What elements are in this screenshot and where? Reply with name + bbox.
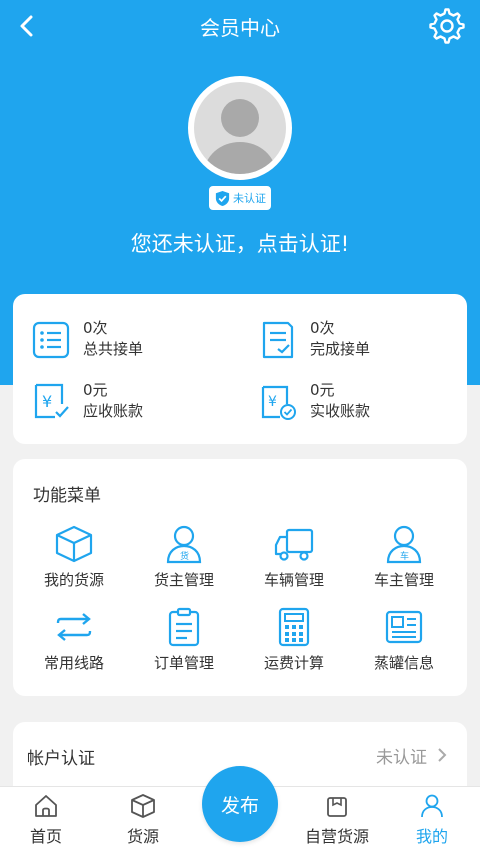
tab-label: 货源 <box>126 827 159 846</box>
tab-home[interactable]: 首页 <box>6 793 86 847</box>
menu-label: 车辆管理 <box>263 571 324 589</box>
verification-badge[interactable]: 未认证 <box>209 186 271 210</box>
list-icon <box>32 321 70 359</box>
chevron-right-icon <box>438 748 447 762</box>
tab-label: 我的 <box>415 827 448 846</box>
menu-item-freight-calc[interactable]: 运费计算 <box>239 606 349 673</box>
stats-card: 0次 总共接单 0次 完成接单 ¥ 0元 应收账款 ¥ 0元 实收账款 <box>13 294 467 444</box>
tab-label: 首页 <box>29 827 62 846</box>
stat-receivable[interactable]: ¥ 0元 应收账款 <box>31 380 143 422</box>
svg-text:¥: ¥ <box>268 394 277 410</box>
badge-label: 未认证 <box>233 192 266 205</box>
shipper-icon: 货 <box>166 525 202 564</box>
stat-received[interactable]: ¥ 0元 实收账款 <box>258 380 370 422</box>
checklist-icon <box>262 321 294 359</box>
stat-completed-orders[interactable]: 0次 完成接单 <box>258 318 370 360</box>
avatar[interactable] <box>188 76 292 180</box>
menu-label: 蒸罐信息 <box>373 654 434 672</box>
menu-item-routes[interactable]: 常用线路 <box>19 606 129 673</box>
newspaper-icon <box>385 610 423 644</box>
package-icon <box>327 797 347 817</box>
stat-label: 完成接单 <box>310 340 371 358</box>
stat-value: 0次 <box>83 319 108 337</box>
stat-value: 0元 <box>83 381 108 399</box>
top-bar: 会员中心 <box>0 0 480 52</box>
menu-label: 货主管理 <box>153 571 214 589</box>
tab-cargo[interactable]: 货源 <box>103 793 183 847</box>
stat-total-orders[interactable]: 0次 总共接单 <box>31 318 143 360</box>
menu-label: 我的货源 <box>43 571 104 589</box>
svg-text:¥: ¥ <box>42 392 52 411</box>
menu-label: 常用线路 <box>43 654 104 672</box>
menu-label: 车主管理 <box>373 571 434 589</box>
publish-button[interactable]: 发布 <box>202 766 278 842</box>
svg-text:车: 车 <box>400 550 409 562</box>
function-menu-card: 功能菜单 我的货源 货 货主管理 车辆管理 车 车主管理 常用线路 订单管理 运… <box>13 459 467 696</box>
menu-item-car-owner[interactable]: 车 车主管理 <box>349 523 459 590</box>
menu-label: 订单管理 <box>153 654 214 672</box>
box-icon <box>55 525 93 563</box>
menu-item-vehicle[interactable]: 车辆管理 <box>239 523 349 590</box>
stat-label: 总共接单 <box>83 340 144 358</box>
page-title: 会员中心 <box>200 16 280 40</box>
stat-label: 应收账款 <box>83 402 144 420</box>
tab-label: 自营货源 <box>304 827 369 846</box>
home-icon <box>35 795 57 817</box>
receivable-icon: ¥ <box>34 383 69 419</box>
account-status: 未认证 <box>376 748 427 768</box>
stat-value: 0元 <box>310 381 335 399</box>
calculator-icon <box>278 607 310 647</box>
clipboard-icon <box>168 607 200 647</box>
route-icon <box>56 613 92 641</box>
cube-icon <box>131 794 155 818</box>
stat-label: 实收账款 <box>310 402 371 420</box>
menu-item-shipper[interactable]: 货 货主管理 <box>129 523 239 590</box>
menu-item-my-cargo[interactable]: 我的货源 <box>19 523 129 590</box>
tab-self-cargo[interactable]: 自营货源 <box>296 793 378 847</box>
gear-icon[interactable] <box>428 7 466 45</box>
menu-title: 功能菜单 <box>33 486 101 506</box>
menu-label: 运费计算 <box>263 654 324 672</box>
stat-value: 0次 <box>310 319 335 337</box>
verify-hint[interactable]: 您还未认证，点击认证! <box>0 228 480 258</box>
shield-check-icon <box>215 190 230 206</box>
truck-icon <box>274 528 314 561</box>
menu-item-orders[interactable]: 订单管理 <box>129 606 239 673</box>
tab-mine[interactable]: 我的 <box>392 793 472 847</box>
user-icon <box>421 794 443 818</box>
received-icon: ¥ <box>261 385 296 420</box>
account-label: 帐户认证 <box>27 749 95 769</box>
svg-text:货: 货 <box>180 550 189 562</box>
menu-item-tank-info[interactable]: 蒸罐信息 <box>349 606 459 673</box>
car-owner-icon: 车 <box>386 525 422 564</box>
